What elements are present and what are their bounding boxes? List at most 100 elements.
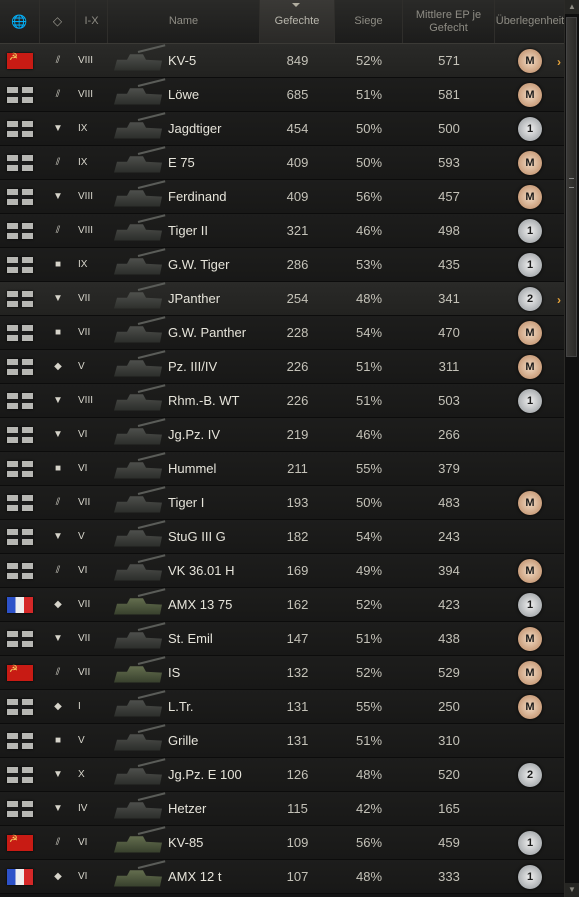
vehicle-name: E 75 [168, 155, 195, 170]
mastery-cell: M [495, 48, 565, 73]
battles-value: 226 [286, 393, 309, 408]
table-row[interactable]: ▼ VIII Ferdinand 409 56% 457 M [0, 179, 565, 214]
nation-cell [0, 426, 40, 443]
tank-image [108, 519, 168, 553]
tier-sort-header[interactable]: I-X [76, 0, 108, 43]
tank-class-icon: ⫽ [55, 497, 61, 508]
nation-cell [0, 562, 40, 579]
mastery-badge-icon: 1 [518, 830, 542, 855]
class-cell: ⫽ [40, 89, 76, 100]
table-row[interactable]: ⫽ VI KV-85 109 56% 459 1 [0, 825, 565, 860]
tank-class-icon: ■ [54, 463, 62, 474]
mastery-cell: M [495, 490, 565, 515]
vehicle-name: Pz. III/IV [168, 359, 218, 374]
class-sort-header[interactable]: ◇ [40, 0, 76, 43]
mastery-cell: M [495, 626, 565, 651]
vehicle-name: St. Emil [168, 631, 213, 646]
tank-barrel-icon [137, 485, 166, 495]
table-row[interactable]: ■ V Grille 131 51% 310 [0, 723, 565, 758]
table-row[interactable]: ▼ VIII Rhm.-B. WT 226 51% 503 1 [0, 383, 565, 418]
wins-sort-header[interactable]: Siege [335, 0, 403, 43]
table-row[interactable]: ■ IX G.W. Tiger 286 53% 435 1 [0, 247, 565, 282]
table-row[interactable]: ▼ IV Hetzer 115 42% 165 [0, 791, 565, 826]
germany-flag-icon [7, 494, 33, 511]
tank-barrel-icon [137, 349, 166, 359]
expand-arrow-icon[interactable]: › [557, 55, 561, 69]
table-row[interactable]: ▼ X Jg.Pz. E 100 126 48% 520 2 [0, 757, 565, 792]
tank-image [108, 77, 168, 111]
table-row[interactable]: ◆ I L.Tr. 131 55% 250 M [0, 689, 565, 724]
nation-cell [0, 324, 40, 341]
nation-cell [0, 154, 40, 171]
mastery-badge-icon: M [518, 354, 542, 379]
germany-flag-icon [7, 188, 33, 205]
battles-value: 849 [286, 53, 309, 68]
mastery-badge-icon: M [518, 558, 542, 583]
mastery-cell: 1 [495, 592, 565, 617]
expand-arrow-icon[interactable]: › [557, 293, 561, 307]
tank-class-icon: ▼ [53, 293, 63, 304]
table-row[interactable]: ⫽ VII Tiger I 193 50% 483 M [0, 485, 565, 520]
scroll-up-icon[interactable]: ▲ [565, 0, 579, 14]
win-rate-value: 53% [355, 257, 383, 272]
nation-cell [0, 222, 40, 239]
table-row[interactable]: ⫽ VIII KV-5 849 52% 571 M › [0, 43, 565, 78]
avg-xp-value: 311 [438, 359, 460, 374]
vehicle-name: Jg.Pz. IV [168, 427, 221, 442]
table-row[interactable]: ◆ V Pz. III/IV 226 51% 311 M [0, 349, 565, 384]
table-row[interactable]: ◆ VI AMX 12 t 107 48% 333 1 [0, 859, 565, 894]
name-sort-header[interactable]: Name [108, 0, 260, 43]
tank-barrel-icon [137, 417, 166, 427]
mastery-cell: 2 [495, 762, 565, 787]
mastery-cell: 1 [495, 218, 565, 243]
vehicle-name: Rhm.-B. WT [168, 393, 240, 408]
france-flag-icon [7, 596, 33, 613]
battles-value: 409 [286, 189, 309, 204]
mastery-badge-icon: M [518, 490, 542, 515]
win-rate-value: 52% [355, 597, 383, 612]
table-row[interactable]: ▼ V StuG III G 182 54% 243 [0, 519, 565, 554]
table-row[interactable]: ◆ VII AMX 13 75 162 52% 423 1 [0, 587, 565, 622]
battles-value: 321 [286, 223, 309, 238]
tank-class-icon: ■ [54, 735, 62, 746]
germany-flag-icon [7, 120, 33, 137]
mastery-sort-header[interactable]: Überlegenheit [495, 0, 565, 43]
table-row[interactable]: ⫽ VII IS 132 52% 529 M [0, 655, 565, 690]
table-row[interactable]: ▼ VII JPanther 254 48% 341 2 › [0, 281, 565, 316]
table-row[interactable]: ⫽ IX E 75 409 50% 593 M [0, 145, 565, 180]
table-row[interactable]: ⫽ VIII Tiger II 321 46% 498 1 [0, 213, 565, 248]
avg-xp-sort-header[interactable]: Mittlere EP je Gefecht [403, 0, 495, 43]
avg-xp-value: 333 [438, 869, 460, 884]
class-cell: ▼ [40, 633, 76, 644]
scroll-thumb[interactable] [566, 17, 577, 357]
scroll-down-icon[interactable]: ▼ [565, 883, 579, 897]
nation-sort-header[interactable]: 🌐 [0, 0, 40, 43]
win-rate-value: 46% [355, 427, 383, 442]
tank-barrel-icon [137, 689, 166, 699]
table-row[interactable]: ⫽ VIII Löwe 685 51% 581 M [0, 77, 565, 112]
class-cell: ■ [40, 327, 76, 338]
table-row[interactable]: ■ VII G.W. Panther 228 54% 470 M [0, 315, 565, 350]
battles-value: 169 [286, 563, 309, 578]
nation-cell [0, 290, 40, 307]
scrollbar[interactable]: ▲ ▼ [564, 0, 579, 897]
table-row[interactable]: ▼ IX Jagdtiger 454 50% 500 1 [0, 111, 565, 146]
tank-class-icon: ▼ [53, 803, 63, 814]
tank-silhouette-icon [114, 292, 162, 309]
tier-value: VIII [78, 225, 94, 236]
name-header-label: Name [168, 15, 199, 27]
tank-image [108, 417, 168, 451]
table-row[interactable]: ■ VI Hummel 211 55% 379 [0, 451, 565, 486]
nation-cell [0, 358, 40, 375]
table-row[interactable]: ⫽ VI VK 36.01 H 169 49% 394 M [0, 553, 565, 588]
tank-barrel-icon [137, 519, 166, 529]
vehicle-name: AMX 13 75 [168, 597, 233, 612]
ussr-flag-icon [7, 664, 33, 681]
ussr-flag-icon [7, 834, 33, 851]
table-row[interactable]: ▼ VII St. Emil 147 51% 438 M [0, 621, 565, 656]
table-row[interactable]: ▼ VI Jg.Pz. IV 219 46% 266 [0, 417, 565, 452]
vehicle-name: G.W. Panther [168, 325, 247, 340]
win-rate-value: 51% [355, 393, 383, 408]
tank-silhouette-icon [114, 394, 162, 411]
mastery-badge-icon: M [518, 626, 542, 651]
